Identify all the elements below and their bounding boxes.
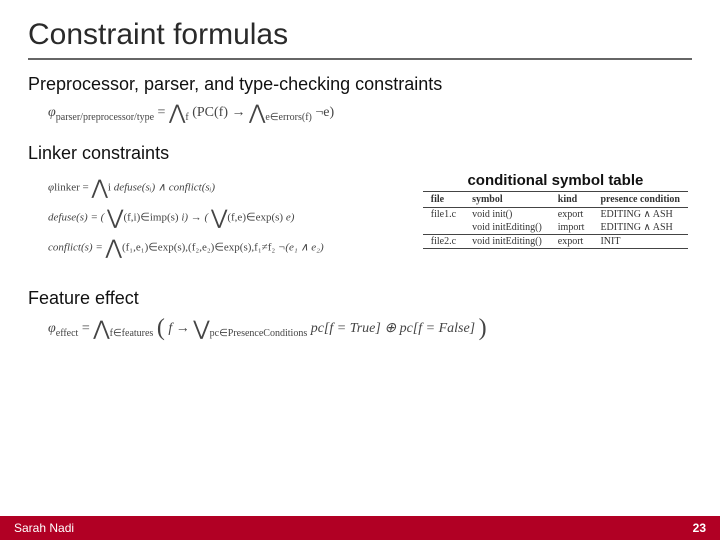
symbol-table-wrap: conditional symbol table file symbol kin…: [423, 172, 688, 249]
col-kind: kind: [550, 192, 593, 208]
footer-page: 23: [693, 521, 706, 535]
section-linker: Linker constraints: [28, 143, 692, 164]
bigvee-icon: ⋁: [107, 208, 123, 228]
cell-pc: EDITING ∧ ASH: [592, 221, 688, 235]
effect-outer-sub: f∈features: [110, 328, 154, 339]
col-pc: presence condition: [592, 192, 688, 208]
linker-block: φlinker = ⋀i defuse(sᵢ) ∧ conflict(sᵢ) d…: [28, 172, 692, 268]
effect-body-b: pc[f = True] ⊕ pc[f = False]: [311, 321, 475, 336]
phi-effect-subscript: effect: [56, 328, 79, 339]
bigvee-icon: ⋁: [211, 208, 227, 228]
conflict-sub: (f₁,e₁)∈exp(s),(f₂,e₂)∈exp(s),f₁≠f₂: [122, 242, 275, 254]
bigwedge-icon: ⋀: [93, 319, 109, 339]
effect-body-a: f →: [168, 321, 193, 336]
linker-wedge-sub: i: [108, 182, 111, 194]
formula-effect: φeffect = ⋀f∈features ( f → ⋁pc∈Presence…: [48, 317, 692, 341]
slide-footer: Sarah Nadi 23: [0, 516, 720, 540]
footer-author: Sarah Nadi: [14, 521, 74, 535]
slide: Constraint formulas Preprocessor, parser…: [0, 0, 720, 540]
table-row: void initEditing() import EDITING ∧ ASH: [423, 221, 688, 235]
bigwedge-icon: ⋀: [106, 238, 122, 258]
cell-file: file2.c: [423, 235, 464, 249]
section-pp-parser-type: Preprocessor, parser, and type-checking …: [28, 74, 692, 95]
cell-file: file1.c: [423, 208, 464, 222]
col-symbol: symbol: [464, 192, 550, 208]
cell-symbol: void init(): [464, 208, 550, 222]
phi-symbol: φ: [48, 321, 56, 336]
formula-linker: φlinker = ⋀i defuse(sᵢ) ∧ conflict(sᵢ): [48, 178, 324, 198]
effect-inner-sub: pc∈PresenceConditions: [210, 328, 308, 339]
symbol-table: file symbol kind presence condition file…: [423, 191, 688, 249]
defuse-end: e): [286, 212, 295, 224]
bigwedge-icon: ⋀: [249, 103, 265, 123]
col-file: file: [423, 192, 464, 208]
table-row: file1.c void init() export EDITING ∧ ASH: [423, 208, 688, 222]
table-caption: conditional symbol table: [423, 172, 688, 189]
lparen-icon: (: [157, 316, 165, 340]
bigwedge-icon: ⋀: [169, 103, 185, 123]
title-rule: [28, 58, 692, 60]
cell-pc: EDITING ∧ ASH: [592, 208, 688, 222]
defuse-lhs: defuse(s) = (: [48, 212, 104, 224]
bigwedge-icon: ⋀: [91, 178, 107, 198]
cell-symbol: void initEditing(): [464, 235, 550, 249]
phi-symbol: φ: [48, 105, 56, 120]
cell-file: [423, 221, 464, 235]
phi-ppt-subscript: parser/preprocessor/type: [56, 112, 154, 123]
cell-kind: export: [550, 235, 593, 249]
defuse-sub1: (f,i)∈imp(s): [123, 212, 178, 224]
defuse-sub2: (f,e)∈exp(s): [227, 212, 283, 224]
phi-linker-subscript: linker: [54, 182, 80, 194]
bigvee-icon: ⋁: [193, 319, 209, 339]
cell-kind: export: [550, 208, 593, 222]
cell-kind: import: [550, 221, 593, 235]
rparen-icon: ): [479, 316, 487, 340]
inner-wedge-sub: e∈errors(f): [265, 112, 311, 123]
formula-conflict: conflict(s) = ⋀(f₁,e₁)∈exp(s),(f₂,e₂)∈ex…: [48, 238, 324, 258]
table-header-row: file symbol kind presence condition: [423, 192, 688, 208]
defuse-mid: i) → (: [181, 212, 208, 224]
ppt-body-b: ¬e): [315, 105, 334, 120]
cell-symbol: void initEditing(): [464, 221, 550, 235]
cell-pc: INIT: [592, 235, 688, 249]
outer-wedge-sub: f: [185, 112, 188, 123]
slide-title: Constraint formulas: [28, 18, 692, 52]
table-row: file2.c void initEditing() export INIT: [423, 235, 688, 249]
ppt-body-a: (PC(f) →: [192, 105, 249, 120]
linker-formulas: φlinker = ⋀i defuse(sᵢ) ∧ conflict(sᵢ) d…: [28, 172, 324, 268]
section-feature-effect: Feature effect: [28, 288, 692, 309]
formula-ppt: φparser/preprocessor/type = ⋀f (PC(f) → …: [48, 103, 692, 123]
conflict-rhs: ¬(e₁ ∧ e₂): [278, 242, 324, 254]
linker-rhs: defuse(sᵢ) ∧ conflict(sᵢ): [114, 182, 215, 194]
conflict-lhs: conflict(s) =: [48, 242, 106, 254]
formula-defuse: defuse(s) = ( ⋁(f,i)∈imp(s) i) → ( ⋁(f,e…: [48, 208, 324, 228]
